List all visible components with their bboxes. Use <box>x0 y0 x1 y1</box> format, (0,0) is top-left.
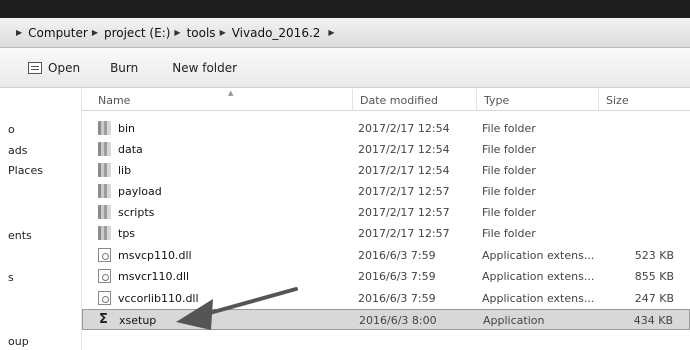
file-type: Application extens... <box>482 270 595 283</box>
file-name: scripts <box>118 206 155 219</box>
column-header-date[interactable]: Date modified <box>360 94 438 107</box>
column-divider[interactable] <box>598 89 599 111</box>
command-toolbar: Open Burn New folder <box>0 48 690 88</box>
file-row-tps[interactable]: tps 2017/2/17 12:57 File folder <box>82 223 690 244</box>
folder-icon <box>98 205 111 219</box>
file-row-xsetup[interactable]: Σ xsetup 2016/6/3 8:00 Application 434 K… <box>82 309 690 330</box>
file-date: 2016/6/3 7:59 <box>358 270 436 283</box>
file-date: 2017/2/17 12:57 <box>358 185 450 198</box>
breadcrumb-label: project (E:) <box>103 25 171 40</box>
file-name: xsetup <box>119 314 157 327</box>
file-name: data <box>118 143 143 156</box>
file-date: 2016/6/3 8:00 <box>359 314 437 327</box>
file-name: payload <box>118 185 162 198</box>
file-row-msvcr110[interactable]: msvcr110.dll 2016/6/3 7:59 Application e… <box>82 266 690 287</box>
breadcrumb-label: Vivado_2016.2 <box>231 25 321 40</box>
new-folder-button[interactable]: New folder <box>172 56 237 80</box>
folder-icon <box>98 142 111 156</box>
file-type: File folder <box>482 143 536 156</box>
file-type: Application <box>483 314 545 327</box>
dll-file-icon <box>98 248 111 262</box>
window-top-band <box>0 0 690 18</box>
file-name: msvcr110.dll <box>118 270 190 283</box>
file-size: 855 KB <box>634 270 674 283</box>
new-folder-label: New folder <box>172 60 238 75</box>
chevron-right-icon: ▶ <box>91 28 98 37</box>
file-name: tps <box>118 227 136 240</box>
file-row-scripts[interactable]: scripts 2017/2/17 12:57 File folder <box>82 202 690 223</box>
column-header-name[interactable]: Name <box>98 94 130 107</box>
file-row-msvcp110[interactable]: msvcp110.dll 2016/6/3 7:59 Application e… <box>82 245 690 266</box>
column-header-row: ▲ Name Date modified Type Size <box>82 89 690 111</box>
file-row-lib[interactable]: lib 2017/2/17 12:54 File folder <box>82 160 690 181</box>
file-date: 2017/2/17 12:54 <box>358 143 450 156</box>
file-date: 2016/6/3 7:59 <box>358 249 436 262</box>
breadcrumb-computer[interactable]: ▶ Computer <box>12 26 88 40</box>
breadcrumb-label: Computer <box>28 25 88 40</box>
nav-item[interactable]: ents <box>8 229 32 242</box>
file-row-data[interactable]: data 2017/2/17 12:54 File folder <box>82 139 690 160</box>
file-type: File folder <box>482 206 536 219</box>
breadcrumb-vivado[interactable]: ▶ Vivado_2016.2 ▶ <box>216 26 341 40</box>
file-type: File folder <box>482 227 536 240</box>
folder-icon <box>98 121 111 135</box>
burn-button[interactable]: Burn <box>110 56 138 80</box>
chevron-right-icon: ▶ <box>174 28 181 37</box>
column-divider[interactable] <box>476 89 477 111</box>
file-type: Application extens... <box>482 249 595 262</box>
open-button[interactable]: Open <box>28 56 80 80</box>
file-date: 2017/2/17 12:57 <box>358 227 450 240</box>
file-type: File folder <box>482 185 536 198</box>
nav-item[interactable]: oup <box>8 335 29 348</box>
dll-file-icon <box>98 291 111 305</box>
address-bar[interactable]: ▶ Computer ▶ project (E:) ▶ tools ▶ Viva… <box>0 18 690 48</box>
file-name: vccorlib110.dll <box>118 292 199 305</box>
column-divider[interactable] <box>352 89 353 111</box>
file-name: bin <box>118 122 136 135</box>
file-date: 2017/2/17 12:54 <box>358 164 450 177</box>
chevron-right-icon: ▶ <box>219 28 226 37</box>
nav-item[interactable]: Places <box>8 164 43 177</box>
nav-item[interactable]: o <box>8 123 15 136</box>
open-icon <box>28 61 42 74</box>
folder-icon <box>98 184 111 198</box>
sort-caret-icon: ▲ <box>228 89 234 97</box>
burn-label: Burn <box>110 60 139 75</box>
breadcrumb-tools[interactable]: ▶ tools <box>170 26 215 40</box>
file-date: 2016/6/3 7:59 <box>358 292 436 305</box>
file-type: File folder <box>482 122 536 135</box>
file-type: File folder <box>482 164 536 177</box>
file-row-bin[interactable]: bin 2017/2/17 12:54 File folder <box>82 118 690 139</box>
column-header-type[interactable]: Type <box>484 94 509 107</box>
file-date: 2017/2/17 12:54 <box>358 122 450 135</box>
application-icon: Σ <box>99 312 108 327</box>
navigation-pane: o ads Places ents s oup <box>0 89 82 350</box>
chevron-right-icon[interactable]: ▶ <box>328 28 334 37</box>
file-size: 523 KB <box>634 249 674 262</box>
breadcrumb-label: tools <box>186 25 216 40</box>
file-row-vccorlib110[interactable]: vccorlib110.dll 2016/6/3 7:59 Applicatio… <box>82 288 690 309</box>
breadcrumb-project-drive[interactable]: ▶ project (E:) <box>88 26 171 40</box>
file-size: 247 KB <box>634 292 674 305</box>
file-date: 2017/2/17 12:57 <box>358 206 450 219</box>
file-name: lib <box>118 164 132 177</box>
file-name: msvcp110.dll <box>118 249 192 262</box>
dll-file-icon <box>98 269 111 283</box>
nav-item[interactable]: ads <box>8 144 27 157</box>
folder-icon <box>98 226 111 240</box>
nav-item[interactable]: s <box>8 271 14 284</box>
folder-icon <box>98 163 111 177</box>
column-header-size[interactable]: Size <box>606 94 629 107</box>
file-row-payload[interactable]: payload 2017/2/17 12:57 File folder <box>82 181 690 202</box>
chevron-right-icon: ▶ <box>16 28 23 37</box>
open-label: Open <box>48 60 81 75</box>
file-size: 434 KB <box>633 314 673 327</box>
file-type: Application extens... <box>482 292 595 305</box>
